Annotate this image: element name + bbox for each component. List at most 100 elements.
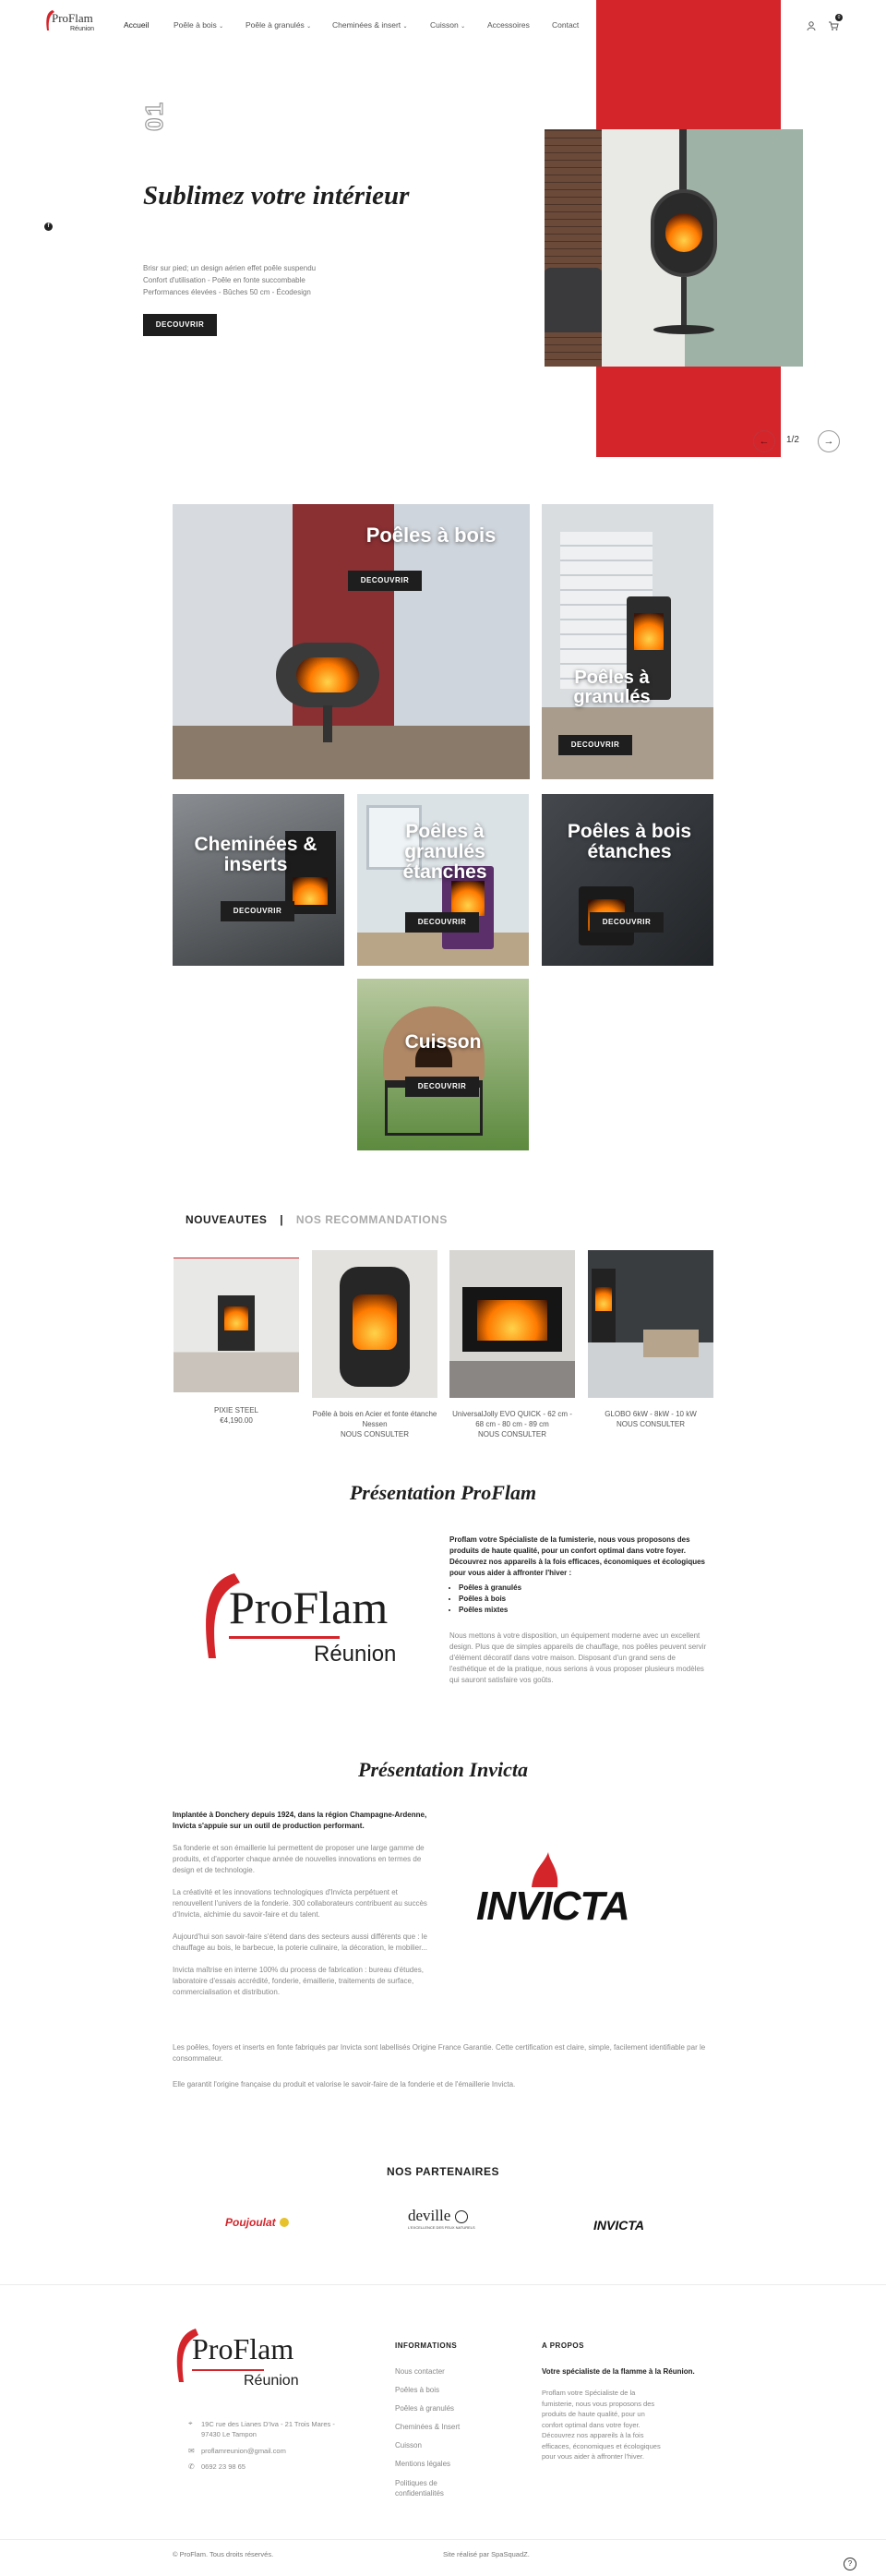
tab-nouveautes[interactable]: NOUVEAUTES (186, 1213, 267, 1226)
footer-link-contact[interactable]: Nous contacter (395, 2367, 445, 2376)
tile-discover-button[interactable]: DECOUVRIR (405, 1077, 479, 1097)
bullet-item: Poêles mixtes (459, 1605, 713, 1616)
product-price: €4,190.00 (220, 1416, 253, 1425)
sofa-shape (545, 268, 602, 332)
footer-link-cheminees[interactable]: Cheminées & Insert (395, 2423, 460, 2431)
product-card[interactable]: PIXIE STEEL €4,190.00 (174, 1258, 299, 1426)
footer-link-mentions[interactable]: Mentions légales (395, 2460, 450, 2468)
footer-email-row[interactable]: ✉ proflamreunion@gmail.com (188, 2447, 354, 2455)
nav-item-accueil[interactable]: Accueil (124, 20, 149, 30)
product-image (449, 1250, 575, 1398)
product-insert (462, 1287, 562, 1352)
deville-text: deville (408, 2207, 451, 2224)
hero-line: Performances élevées - Bûches 50 cm - Éc… (143, 288, 311, 296)
hero-line: Confort d'utilisation - Poêle en fonte s… (143, 276, 305, 284)
tile-bg-floor (173, 726, 530, 779)
invicta-paragraph: Invicta maîtrise en interne 100% du proc… (173, 1966, 424, 1996)
category-tile-cuisson[interactable]: Cuisson DECOUVRIR (357, 979, 529, 1150)
proflam-section-title: Présentation ProFlam (349, 1481, 537, 1504)
product-fire (224, 1306, 248, 1330)
product-card[interactable]: UniversalJolly EVO QUICK - 62 cm - 68 cm… (449, 1250, 575, 1439)
footer-link-poeles-bois[interactable]: Poêles à bois (395, 2386, 439, 2394)
social-facebook-icon[interactable]: f (44, 223, 53, 231)
product-price: NOUS CONSULTER (477, 1430, 547, 1438)
help-icon[interactable]: ? (844, 2558, 856, 2570)
tile-discover-button[interactable]: DECOUVRIR (405, 912, 479, 933)
product-stove (340, 1267, 410, 1387)
footer-phone-row[interactable]: ✆ 0692 23 98 65 (188, 2462, 354, 2471)
slider-next-button[interactable]: → (818, 430, 840, 452)
tile-fire (296, 657, 359, 692)
partners-title: NOS PARTENAIRES (387, 2165, 499, 2178)
tile-discover-button[interactable]: DECOUVRIR (590, 912, 664, 933)
partner-logo-deville[interactable]: deville L'EXCELLENCE DES FEUX NATURELS (408, 2207, 482, 2234)
product-card[interactable]: GLOBO 6kW - 8kW - 10 kW NOUS CONSULTER (588, 1250, 713, 1429)
nav-item-cheminees[interactable]: Cheminées & insert ⌄ (332, 20, 408, 30)
category-tile-poeles-bois[interactable]: Poêles à bois DECOUVRIR (173, 504, 530, 779)
product-price: NOUS CONSULTER (340, 1430, 410, 1438)
user-icon[interactable] (807, 18, 816, 35)
proflam-body: Nous mettons à votre disposition, un équ… (449, 1631, 707, 1684)
logo-main-text: ProFlam (52, 11, 93, 25)
partner-logo-poujoulat[interactable]: Poujoulat (225, 2214, 292, 2231)
footer-link-cuisson[interactable]: Cuisson (395, 2441, 422, 2450)
category-tile-cheminees[interactable]: Cheminées & inserts DECOUVRIR (173, 794, 344, 966)
partner-logo-invicta[interactable]: INVICTA (593, 2218, 667, 2234)
footer-copyright: © ProFlam. Tous droits réservés. (173, 2550, 274, 2558)
product-name: GLOBO 6kW - 8kW - 10 kW (605, 1410, 697, 1418)
invicta-logo: INVICTA (476, 1850, 688, 1933)
nav-item-accessoires[interactable]: Accessoires (487, 20, 530, 30)
product-fire (595, 1287, 612, 1311)
slider-prev-button[interactable]: ← (753, 430, 775, 452)
invicta-logo-text: INVICTA (476, 1884, 630, 1929)
nav-label: Poêle à granulés (245, 20, 305, 30)
tile-discover-button[interactable]: DECOUVRIR (221, 901, 294, 921)
stove-body (651, 189, 717, 277)
footer-phone: 0692 23 98 65 (201, 2462, 245, 2471)
cart-icon[interactable]: 0 (829, 14, 843, 35)
nav-item-contact[interactable]: Contact (552, 20, 579, 30)
footer-about-bold: Votre spécialiste de la flamme à la Réun… (542, 2367, 695, 2376)
logo-sub-text: Réunion (314, 1642, 397, 1667)
nav-item-cuisson[interactable]: Cuisson ⌄ (430, 20, 465, 30)
bullet-item: Poêles à granulés (459, 1583, 713, 1594)
footer-divider (0, 2284, 886, 2285)
hero-image (545, 129, 803, 367)
product-name: UniversalJolly EVO QUICK - 62 cm - 68 cm… (452, 1410, 572, 1428)
invicta-full-text-1: Les poêles, foyers et inserts en fonte f… (173, 2043, 706, 2063)
product-stove (218, 1295, 255, 1351)
logo-main-text: ProFlam (229, 1582, 389, 1633)
product-price: NOUS CONSULTER (616, 1420, 686, 1428)
product-furniture (643, 1330, 699, 1357)
nav-item-poele-bois[interactable]: Poêle à bois ⌄ (174, 20, 223, 30)
category-tile-granules-etanches[interactable]: Poêles à granulés étanches DECOUVRIR (357, 794, 529, 966)
nav-label: Cheminées & insert (332, 20, 401, 30)
tab-recommandations[interactable]: NOS RECOMMANDATIONS (296, 1213, 448, 1226)
logo-main-text: ProFlam (192, 2332, 294, 2365)
invicta-paragraph: La créativité et les innovations technol… (173, 1888, 427, 1919)
hero-discover-button[interactable]: DECOUVRIR (143, 314, 217, 336)
proflam-bullets: Poêles à granulés Poêles à bois Poêles m… (459, 1583, 713, 1616)
tile-title: Cuisson (404, 1031, 482, 1053)
footer-link-confidentialite[interactable]: Politiques de confidentialités (395, 2478, 469, 2498)
logo-sub-text: Réunion (70, 26, 95, 32)
invicta-full-text-2: Elle garantit l'origine française du pro… (173, 2080, 516, 2088)
product-floor (449, 1361, 575, 1398)
nav-item-poele-granules[interactable]: Poêle à granulés ⌄ (245, 20, 311, 30)
invicta-paragraph: Aujourd'hui son savoir-faire s'étend dan… (173, 1932, 428, 1952)
product-card[interactable]: Poêle à bois en Acier et fonte étanche N… (312, 1250, 437, 1439)
slider-pager: 1/2 (786, 435, 799, 445)
footer-logo: ProFlam Réunion (172, 2327, 319, 2401)
nav-label: Poêle à bois (174, 20, 217, 30)
chevron-down-icon: ⌄ (306, 24, 312, 30)
tile-discover-button[interactable]: DECOUVRIR (558, 735, 632, 755)
map-pin-icon: ⌖ (188, 2419, 193, 2427)
product-fire (353, 1294, 397, 1350)
category-tile-poeles-granules[interactable]: Poêles à granulés DECOUVRIR (542, 504, 713, 779)
product-fire (477, 1300, 547, 1341)
footer-address: 19C rue des Lianes D'Iva - 21 Trois Mare… (201, 2420, 335, 2438)
tile-discover-button[interactable]: DECOUVRIR (348, 571, 422, 591)
site-logo[interactable]: ProFlam Réunion (44, 9, 100, 37)
footer-link-poeles-granules[interactable]: Poêles à granulés (395, 2404, 454, 2413)
category-tile-bois-etanches[interactable]: Poêles à bois étanches DECOUVRIR (542, 794, 713, 966)
